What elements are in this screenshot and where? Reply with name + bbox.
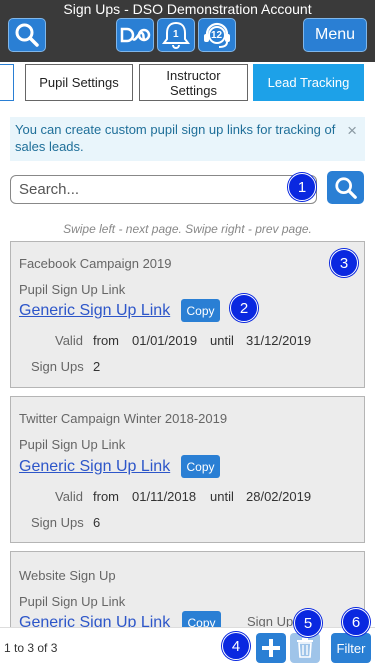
from-label: from bbox=[93, 333, 119, 348]
sign-up-link[interactable]: Generic Sign Up Link bbox=[19, 458, 170, 476]
from-label: from bbox=[93, 489, 119, 504]
info-alert: You can create custom pupil sign up link… bbox=[10, 117, 365, 161]
signups-count: 2 bbox=[93, 359, 101, 374]
valid-label: Valid bbox=[55, 489, 83, 504]
campaign-name: Twitter Campaign Winter 2018-2019 bbox=[19, 411, 228, 426]
plus-icon bbox=[262, 639, 280, 657]
top-bar: Sign Ups - DSO Demonstration Account 1 1… bbox=[0, 0, 375, 62]
callout-4: 4 bbox=[222, 632, 250, 660]
campaign-name: Website Sign Up bbox=[19, 568, 116, 583]
search-icon bbox=[15, 23, 39, 47]
signups-label: Sign Ups bbox=[31, 359, 84, 374]
callout-1: 1 bbox=[288, 173, 316, 201]
campaign-name: Facebook Campaign 2019 bbox=[19, 256, 172, 271]
dso-logo-button[interactable] bbox=[116, 18, 154, 52]
sign-up-link[interactable]: Generic Sign Up Link bbox=[19, 302, 170, 320]
notifications-count: 1 bbox=[173, 29, 179, 40]
delete-button[interactable] bbox=[290, 633, 320, 663]
valid-from: 01/11/2018 bbox=[132, 489, 197, 504]
valid-label: Valid bbox=[55, 333, 83, 348]
tab-instructor-settings[interactable]: Instructor Settings bbox=[139, 64, 248, 101]
header-search-button[interactable] bbox=[8, 18, 46, 52]
until-label: until bbox=[210, 333, 234, 348]
search-input[interactable] bbox=[10, 175, 317, 204]
signups-label: Sign Ups bbox=[31, 515, 84, 530]
pagination-count: 1 to 3 of 3 bbox=[4, 641, 58, 655]
support-button[interactable]: 12 bbox=[198, 18, 236, 52]
callout-6: 6 bbox=[342, 608, 370, 636]
until-label: until bbox=[210, 489, 234, 504]
search-button[interactable] bbox=[327, 171, 364, 204]
callout-2: 2 bbox=[230, 294, 258, 322]
trash-icon bbox=[297, 638, 313, 658]
notifications-button[interactable]: 1 bbox=[157, 18, 195, 52]
lead-card: Facebook Campaign 2019 Pupil Sign Up Lin… bbox=[10, 241, 365, 388]
support-count: 12 bbox=[211, 30, 223, 41]
lead-card: Twitter Campaign Winter 2018-2019 Pupil … bbox=[10, 396, 365, 543]
tab-pupil-settings[interactable]: Pupil Settings bbox=[25, 64, 133, 101]
search-icon bbox=[334, 176, 357, 199]
page-title: Sign Ups - DSO Demonstration Account bbox=[63, 1, 312, 17]
dso-logo-icon bbox=[120, 27, 151, 43]
info-alert-text: You can create custom pupil sign up link… bbox=[15, 122, 336, 154]
close-icon[interactable]: × bbox=[347, 122, 357, 139]
valid-until: 28/02/2019 bbox=[246, 489, 312, 504]
signups-count: 6 bbox=[93, 515, 101, 530]
tab-previous[interactable] bbox=[0, 64, 14, 101]
valid-from: 01/01/2019 bbox=[132, 333, 198, 348]
valid-until: 31/12/2019 bbox=[246, 333, 312, 348]
link-type: Pupil Sign Up Link bbox=[19, 594, 126, 609]
copy-button[interactable]: Copy bbox=[181, 455, 220, 478]
callout-5: 5 bbox=[294, 609, 322, 637]
menu-button[interactable]: Menu bbox=[303, 18, 367, 52]
filter-button[interactable]: Filter bbox=[331, 633, 371, 663]
add-button[interactable] bbox=[256, 633, 286, 663]
swipe-hint: Swipe left - next page. Swipe right - pr… bbox=[63, 222, 312, 236]
link-type: Pupil Sign Up Link bbox=[19, 437, 126, 452]
callout-3: 3 bbox=[330, 249, 358, 277]
link-type: Pupil Sign Up Link bbox=[19, 282, 126, 297]
tab-lead-tracking[interactable]: Lead Tracking bbox=[253, 64, 364, 101]
copy-button[interactable]: Copy bbox=[181, 299, 220, 322]
